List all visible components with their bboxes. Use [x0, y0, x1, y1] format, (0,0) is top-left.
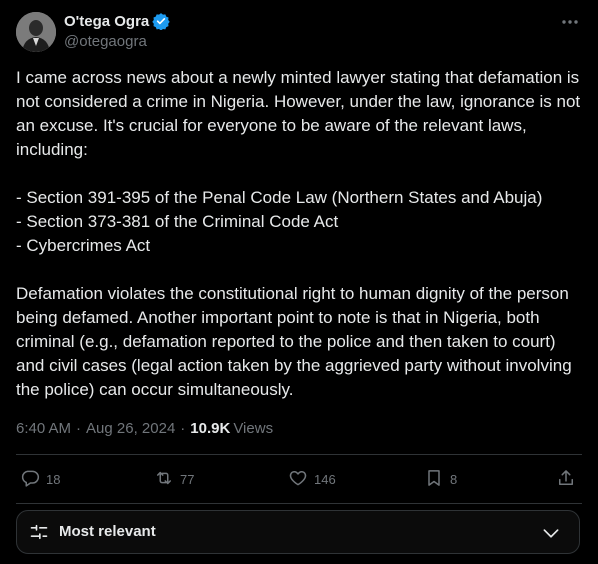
like-count: 146: [314, 471, 336, 487]
verified-badge-icon: [152, 12, 170, 31]
author-handle[interactable]: @otegaogra: [64, 33, 170, 50]
repost-icon: [154, 468, 174, 491]
author-block: O'tega Ogra @otegaogra: [64, 11, 170, 50]
views-label: Views: [233, 419, 274, 437]
law-item: - Cybercrimes Act: [16, 236, 151, 255]
post-date[interactable]: Aug 26, 2024: [86, 420, 175, 437]
tweet-text: I came across news about a newly minted …: [16, 66, 586, 402]
author-name[interactable]: O'tega Ogra: [64, 13, 149, 30]
more-horizontal-icon[interactable]: [560, 12, 580, 32]
sort-label: Most relevant: [59, 523, 156, 540]
meta-separator: ·: [180, 419, 186, 437]
reply-count: 18: [46, 471, 61, 487]
repost-button[interactable]: 77: [154, 455, 194, 503]
chevron-down-icon: [541, 523, 561, 543]
views-count[interactable]: 10.9K: [190, 420, 230, 437]
replies-sort-dropdown[interactable]: Most relevant: [16, 510, 580, 554]
action-bar: 18 77 146 8: [16, 455, 582, 503]
divider: [16, 503, 582, 504]
bookmark-count: 8: [450, 471, 458, 487]
bookmark-button[interactable]: 8: [424, 455, 457, 503]
meta-separator: ·: [76, 419, 82, 437]
tweet-meta: 6:40 AM · Aug 26, 2024 · 10.9K Views: [16, 418, 273, 438]
share-icon: [556, 468, 576, 491]
avatar[interactable]: [16, 12, 56, 52]
bookmark-icon: [424, 468, 444, 491]
share-button[interactable]: [556, 455, 576, 503]
heart-icon: [288, 468, 308, 491]
tweet-detail: O'tega Ogra @otegaogra I came across new…: [0, 0, 598, 564]
law-item: - Section 373-381 of the Criminal Code A…: [16, 212, 339, 231]
reply-button[interactable]: 18: [20, 455, 60, 503]
like-button[interactable]: 146: [288, 455, 336, 503]
law-item: - Section 391-395 of the Penal Code Law …: [16, 188, 543, 207]
post-time[interactable]: 6:40 AM: [16, 420, 71, 437]
tweet-paragraph-intro: I came across news about a newly minted …: [16, 68, 581, 159]
sliders-icon: [29, 522, 49, 542]
repost-count: 77: [180, 471, 195, 487]
tweet-paragraph-conclusion: Defamation violates the constitutional r…: [16, 284, 572, 399]
reply-icon: [20, 468, 40, 491]
